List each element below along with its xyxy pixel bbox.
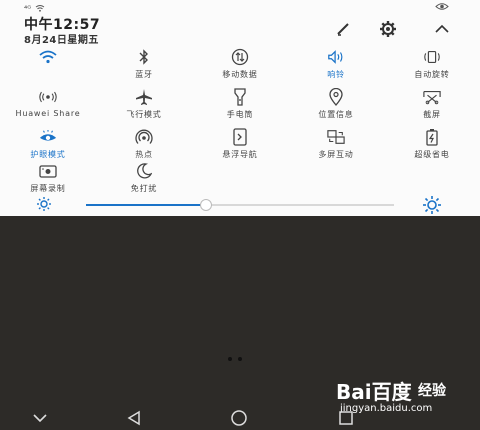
tile-ring[interactable]: 响铃 (288, 48, 384, 82)
wifi-icon (39, 48, 57, 66)
page-indicator (228, 357, 242, 361)
tile-label: Huawei Share (15, 109, 81, 118)
floating-nav-icon (231, 128, 249, 146)
tile-do-not-disturb[interactable]: 免打扰 (96, 162, 192, 196)
brightness-row (0, 194, 480, 216)
screen-record-icon (39, 162, 57, 180)
airplane-icon (135, 88, 153, 106)
collapse-button[interactable] (431, 18, 453, 40)
brightness-low-icon (36, 196, 52, 216)
tile-label: 蓝牙 (135, 70, 153, 79)
recents-square-icon (339, 411, 353, 425)
tile-power-saving[interactable]: 超级省电 (384, 128, 480, 162)
tile-label: 免打扰 (130, 184, 158, 193)
tile-label: 多屏互动 (318, 150, 354, 159)
brightness-fill (86, 204, 206, 206)
tile-label: 超级省电 (414, 150, 450, 159)
home-circle-icon (231, 410, 247, 426)
auto-rotate-icon (423, 48, 441, 66)
hide-nav-button[interactable] (30, 408, 50, 428)
tile-huawei-share[interactable]: Huawei Share (0, 88, 96, 122)
chevron-down-icon (33, 414, 47, 423)
edit-button[interactable] (332, 18, 354, 40)
tile-label: 响铃 (327, 70, 345, 79)
edit-icon (337, 23, 349, 36)
tile-label: 截屏 (423, 110, 441, 119)
tile-location[interactable]: 位置信息 (288, 88, 384, 122)
tile-hotspot[interactable]: 热点 (96, 128, 192, 162)
wifi-status-icon (35, 5, 45, 12)
power-saving-icon (423, 128, 441, 146)
back-button[interactable] (124, 408, 144, 428)
home-button[interactable] (229, 408, 249, 428)
tile-wifi[interactable] (0, 48, 96, 82)
tile-auto-rotate[interactable]: 自动旋转 (384, 48, 480, 82)
tile-screenshot[interactable]: 截屏 (384, 88, 480, 122)
mobile-data-icon (231, 48, 249, 66)
tile-label: 热点 (135, 150, 153, 159)
eye-comfort-status-icon (435, 2, 449, 14)
flashlight-icon (231, 88, 249, 106)
navigation-bar (0, 405, 480, 430)
brightness-auto-icon[interactable] (422, 195, 442, 219)
screenshot-icon (423, 88, 441, 106)
tile-label: 位置信息 (318, 110, 354, 119)
status-bar: ⁴ᴳ (24, 2, 45, 14)
location-icon (327, 88, 345, 106)
ring-icon (327, 48, 345, 66)
recents-button[interactable] (336, 408, 356, 428)
tile-mobile-data[interactable]: 移动数据 (192, 48, 288, 82)
bluetooth-icon (135, 48, 153, 66)
tile-multi-screen[interactable]: 多屏互动 (288, 128, 384, 162)
tile-label: 悬浮导航 (222, 150, 258, 159)
tile-flashlight[interactable]: 手电筒 (192, 88, 288, 122)
settings-button[interactable] (377, 18, 399, 40)
gear-icon (380, 21, 396, 37)
hotspot-icon (135, 128, 153, 146)
quick-settings-panel: ⁴ᴳ 中午12:57 8月24日星期五 蓝牙 移动数据 响铃 自动旋转 Huaw… (0, 0, 480, 216)
watermark-logo: Bai百度 (336, 380, 412, 404)
tile-airplane-mode[interactable]: 飞行模式 (96, 88, 192, 122)
brightness-thumb[interactable] (200, 199, 212, 211)
multi-screen-icon (327, 128, 345, 146)
tile-screen-record[interactable]: 屏幕录制 (0, 162, 96, 196)
back-triangle-icon (127, 410, 140, 426)
moon-icon (135, 162, 153, 180)
tile-label: 护眼模式 (30, 150, 66, 159)
watermark-text: 经验 (418, 383, 446, 399)
signal-indicator: ⁴ᴳ (24, 3, 32, 13)
huawei-share-icon (39, 88, 57, 106)
tile-floating-nav[interactable]: 悬浮导航 (192, 128, 288, 162)
tile-label: 自动旋转 (414, 70, 450, 79)
tile-label: 移动数据 (222, 70, 258, 79)
tile-label: 屏幕录制 (30, 184, 66, 193)
tile-label: 飞行模式 (126, 110, 162, 119)
eye-comfort-icon (39, 128, 57, 146)
tile-label: 手电筒 (226, 110, 254, 119)
date-text: 8月24日星期五 (24, 35, 99, 46)
brightness-slider[interactable] (86, 199, 394, 211)
tile-eye-comfort[interactable]: 护眼模式 (0, 128, 96, 162)
tile-bluetooth[interactable]: 蓝牙 (96, 48, 192, 82)
chevron-up-icon (435, 24, 449, 33)
